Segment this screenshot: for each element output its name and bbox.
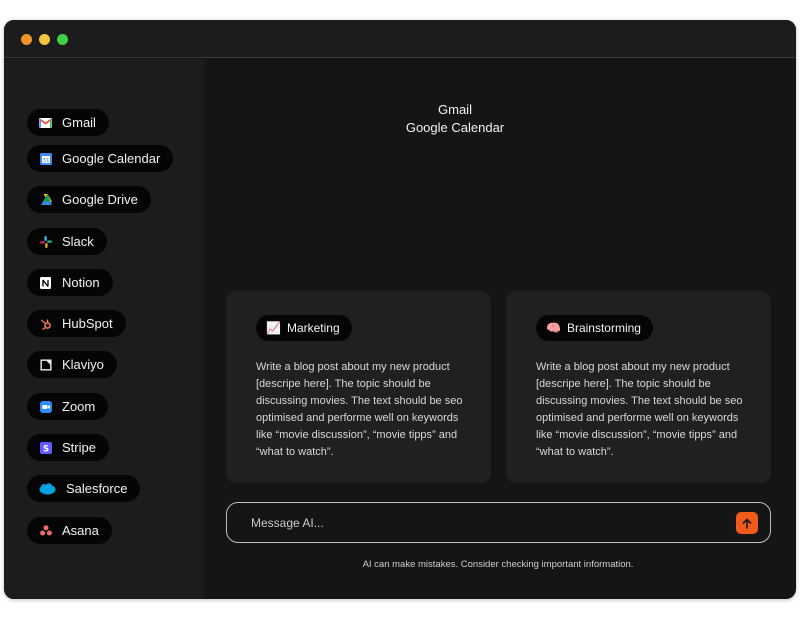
sidebar-item-google-calendar[interactable]: 31 Google Calendar (27, 145, 174, 172)
gmail-icon (39, 116, 52, 129)
connected-app-google-calendar: Google Calendar (405, 120, 505, 135)
chart-up-icon: 📈 (266, 321, 281, 335)
sidebar-item-klaviyo[interactable]: Klaviyo (27, 351, 117, 378)
send-button[interactable] (736, 512, 758, 534)
prompt-text: Write a blog post about my new product [… (256, 361, 463, 458)
chat-main: Gmail Google Calendar 📈 Marketing Write … (204, 59, 796, 599)
app-window: Gmail 31 Google Calendar Google Drive Sl… (4, 20, 796, 599)
sidebar-item-label: Stripe (62, 440, 96, 455)
category-label: Marketing (286, 321, 340, 335)
google-calendar-icon: 31 (39, 152, 52, 165)
arrow-up-icon (742, 518, 752, 529)
sidebar-item-label: Notion (62, 275, 100, 290)
stripe-icon: S (39, 441, 52, 454)
integrations-sidebar: Gmail 31 Google Calendar Google Drive Sl… (4, 59, 204, 599)
zoom-icon (39, 400, 52, 413)
sidebar-item-zoom[interactable]: Zoom (27, 393, 109, 420)
prompt-text: Write a blog post about my new product [… (536, 361, 743, 458)
sidebar-item-label: Google Drive (62, 192, 138, 207)
google-drive-icon (39, 193, 52, 206)
notion-icon (39, 276, 52, 289)
close-window-button[interactable] (21, 34, 32, 45)
sidebar-item-notion[interactable]: Notion (27, 269, 113, 296)
sidebar-item-salesforce[interactable]: Salesforce (27, 475, 141, 502)
sidebar-item-label: Google Calendar (62, 151, 161, 166)
connected-app-gmail: Gmail (438, 102, 472, 117)
klaviyo-icon (39, 358, 52, 371)
prompt-card-brainstorming[interactable]: 🧠 Brainstorming Write a blog post about … (506, 291, 771, 483)
asana-icon (39, 524, 52, 537)
sidebar-item-google-drive[interactable]: Google Drive (27, 186, 151, 213)
sidebar-item-asana[interactable]: Asana (27, 517, 112, 544)
salesforce-icon (39, 482, 56, 495)
maximize-window-button[interactable] (57, 34, 68, 45)
sidebar-item-gmail[interactable]: Gmail (27, 109, 109, 136)
minimize-window-button[interactable] (39, 34, 50, 45)
sidebar-item-label: Gmail (62, 115, 96, 130)
sidebar-item-label: HubSpot (62, 316, 113, 331)
category-tag: 📈 Marketing (256, 315, 352, 341)
sidebar-item-label: Slack (62, 234, 94, 249)
sidebar-item-slack[interactable]: Slack (27, 228, 107, 255)
sidebar-item-label: Asana (62, 523, 99, 538)
sidebar-item-label: Zoom (62, 399, 96, 414)
title-bar (4, 20, 796, 58)
brain-icon: 🧠 (546, 321, 561, 335)
category-label: Brainstorming (566, 321, 641, 335)
sidebar-item-hubspot[interactable]: HubSpot (27, 310, 126, 337)
svg-text:31: 31 (42, 158, 49, 164)
disclaimer-text: AI can make mistakes. Consider checking … (362, 559, 634, 570)
slack-icon (39, 235, 52, 248)
connected-apps-list: Gmail Google Calendar (204, 101, 706, 137)
prompt-card-marketing[interactable]: 📈 Marketing Write a blog post about my n… (226, 291, 491, 483)
category-tag: 🧠 Brainstorming (536, 315, 653, 341)
svg-text:S: S (42, 444, 48, 454)
message-input[interactable] (251, 513, 711, 533)
hubspot-icon (39, 317, 52, 330)
message-composer (226, 502, 771, 543)
sidebar-item-label: Salesforce (66, 481, 128, 496)
sidebar-item-label: Klaviyo (62, 357, 104, 372)
sidebar-item-stripe[interactable]: S Stripe (27, 434, 109, 461)
